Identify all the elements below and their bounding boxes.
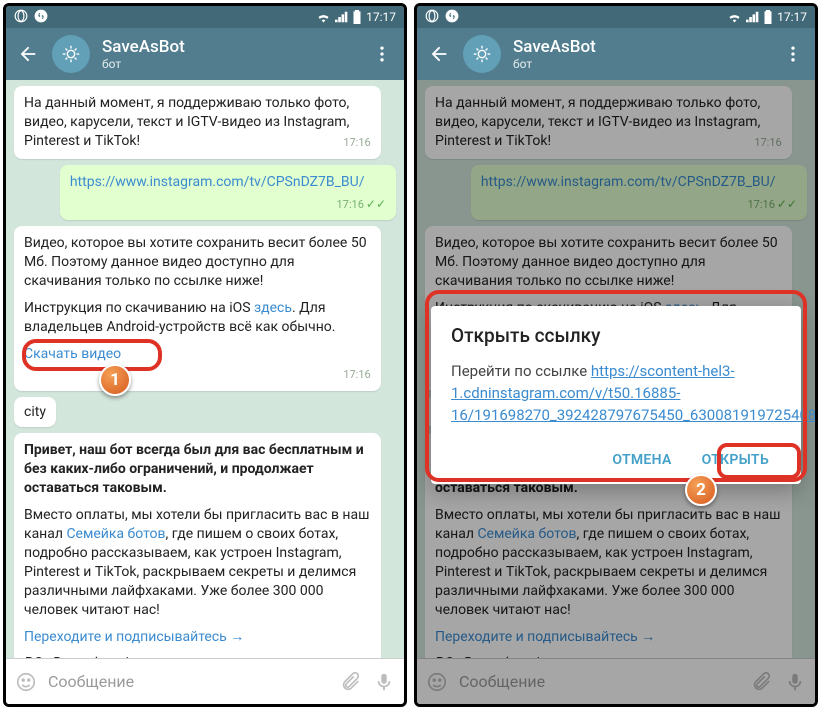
message-in[interactable]: Видео, которое вы хотите сохранить весит…	[14, 226, 381, 390]
signal-icon	[746, 11, 759, 23]
status-bar: 17:17	[6, 6, 404, 28]
opera-icon	[14, 9, 28, 26]
shazam-icon	[34, 9, 48, 26]
signal-icon	[335, 11, 348, 23]
download-video-link[interactable]: Скачать видео	[24, 345, 371, 364]
status-bar: 17:17	[417, 6, 815, 28]
message-in[interactable]: На данный момент, я поддерживаю только ф…	[14, 86, 381, 159]
message-time: 17:16✓✓	[336, 196, 386, 213]
message-text: Инструкция по скачиванию на iOS здесь. Д…	[24, 299, 371, 337]
ios-instructions-link[interactable]: здесь	[254, 300, 292, 316]
chat-subtitle: бот	[513, 57, 769, 71]
battery-icon	[352, 10, 362, 24]
message-text: city	[24, 404, 46, 420]
message-in[interactable]: Привет, наш бот всегда был для вас беспл…	[14, 433, 381, 658]
back-button[interactable]	[16, 42, 40, 66]
message-text: Привет, наш бот всегда был для вас беспл…	[24, 441, 371, 498]
subscribe-link[interactable]: Переходите и подписывайтесь →	[24, 628, 371, 647]
chat-area[interactable]: На данный момент, я поддерживаю только ф…	[6, 80, 404, 658]
opera-icon	[425, 9, 439, 26]
message-text: На данный момент, я поддерживаю только ф…	[24, 95, 349, 149]
shazam-icon	[445, 9, 459, 26]
message-input[interactable]: Сообщение	[48, 672, 328, 691]
status-time: 17:17	[777, 10, 807, 24]
phone-right: 17:17 SaveAsBot бот На данный момент, я …	[414, 3, 818, 707]
channel-link[interactable]: Семейка ботов	[66, 526, 165, 542]
back-button[interactable]	[427, 42, 451, 66]
bot-avatar[interactable]	[463, 35, 501, 73]
battery-icon	[763, 10, 773, 24]
message-in[interactable]: city	[14, 397, 56, 428]
wifi-icon	[316, 11, 331, 23]
chat-subtitle: бот	[102, 57, 358, 71]
bot-avatar[interactable]	[52, 35, 90, 73]
message-text: Вместо оплаты, мы хотели бы пригласить в…	[24, 506, 371, 619]
dialog-body: Перейти по ссылке https://scontent-hel3-…	[451, 361, 781, 426]
attach-icon[interactable]	[338, 670, 362, 694]
chat-title[interactable]: SaveAsBot	[513, 37, 769, 57]
app-header: SaveAsBot бот	[417, 28, 815, 80]
emoji-icon[interactable]	[14, 670, 38, 694]
chat-title[interactable]: SaveAsBot	[102, 37, 358, 57]
dialog-title: Открыть ссылку	[451, 324, 781, 347]
mic-icon[interactable]	[372, 670, 396, 694]
message-text: P.S.: Ваши фото/видео находятся выше, а …	[24, 654, 371, 658]
more-button[interactable]	[370, 42, 394, 66]
wifi-icon	[727, 11, 742, 23]
phone-left: 17:17 SaveAsBot бот На данный момент, я …	[3, 3, 407, 707]
dialog-cancel-button[interactable]: ОТМЕНА	[600, 444, 683, 476]
app-header: SaveAsBot бот	[6, 28, 404, 80]
read-ticks-icon: ✓✓	[366, 197, 386, 211]
message-input-bar: Сообщение	[6, 658, 404, 704]
message-time: 17:16	[343, 368, 370, 383]
more-button[interactable]	[781, 42, 805, 66]
sent-link[interactable]: https://www.instagram.com/tv/CPSnDZ7B_BU…	[70, 174, 365, 190]
dialog-open-button[interactable]: ОТКРЫТЬ	[690, 444, 781, 476]
open-link-dialog: Открыть ссылку Перейти по ссылке https:/…	[431, 306, 801, 484]
message-out[interactable]: https://www.instagram.com/tv/CPSnDZ7B_BU…	[60, 165, 396, 221]
message-text: Видео, которое вы хотите сохранить весит…	[24, 234, 371, 291]
message-time: 17:16	[343, 136, 370, 151]
status-time: 17:17	[366, 10, 396, 24]
